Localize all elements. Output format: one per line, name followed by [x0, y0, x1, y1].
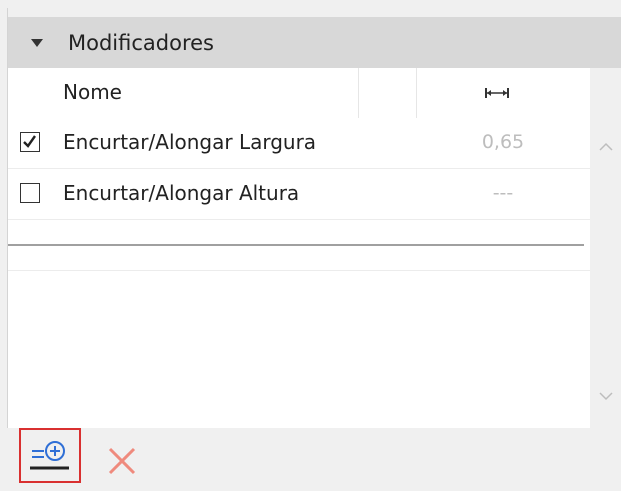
modifier-value: 0,65	[481, 131, 525, 153]
modifiers-panel: Modificadores Nome Encurtar/Alongar Larg…	[0, 0, 621, 491]
top-strip	[8, 0, 621, 8]
bottom-toolbar	[8, 428, 621, 491]
vertical-scrollbar[interactable]	[590, 68, 621, 428]
check-icon	[23, 135, 36, 148]
list-divider-row	[8, 220, 590, 271]
section-title: Modificadores	[68, 30, 214, 55]
checkbox-checked[interactable]	[20, 132, 40, 152]
separator-line	[8, 244, 584, 246]
column-name-header[interactable]: Nome	[63, 80, 122, 104]
list-item[interactable]: Encurtar/Alongar Altura ---	[8, 169, 590, 220]
list-column-header: Nome	[8, 68, 590, 118]
modifier-label: Encurtar/Alongar Altura	[63, 181, 300, 205]
modifier-label: Encurtar/Alongar Largura	[63, 130, 317, 154]
chevron-up-icon[interactable]	[596, 140, 616, 154]
triangle-down-icon[interactable]	[31, 38, 43, 47]
delete-x-icon[interactable]	[104, 443, 140, 479]
modifier-value: ---	[492, 182, 514, 204]
checkbox-unchecked[interactable]	[20, 183, 40, 203]
add-modifier-button[interactable]	[19, 428, 81, 483]
column-separator[interactable]	[358, 68, 359, 118]
column-separator[interactable]	[416, 68, 417, 118]
modifiers-section-header[interactable]: Modificadores	[8, 17, 621, 68]
list-item[interactable]: Encurtar/Alongar Largura 0,65	[8, 118, 590, 169]
add-modifier-icon	[30, 441, 69, 470]
chevron-down-icon[interactable]	[596, 389, 616, 403]
horizontal-dimension-icon[interactable]	[485, 87, 509, 99]
